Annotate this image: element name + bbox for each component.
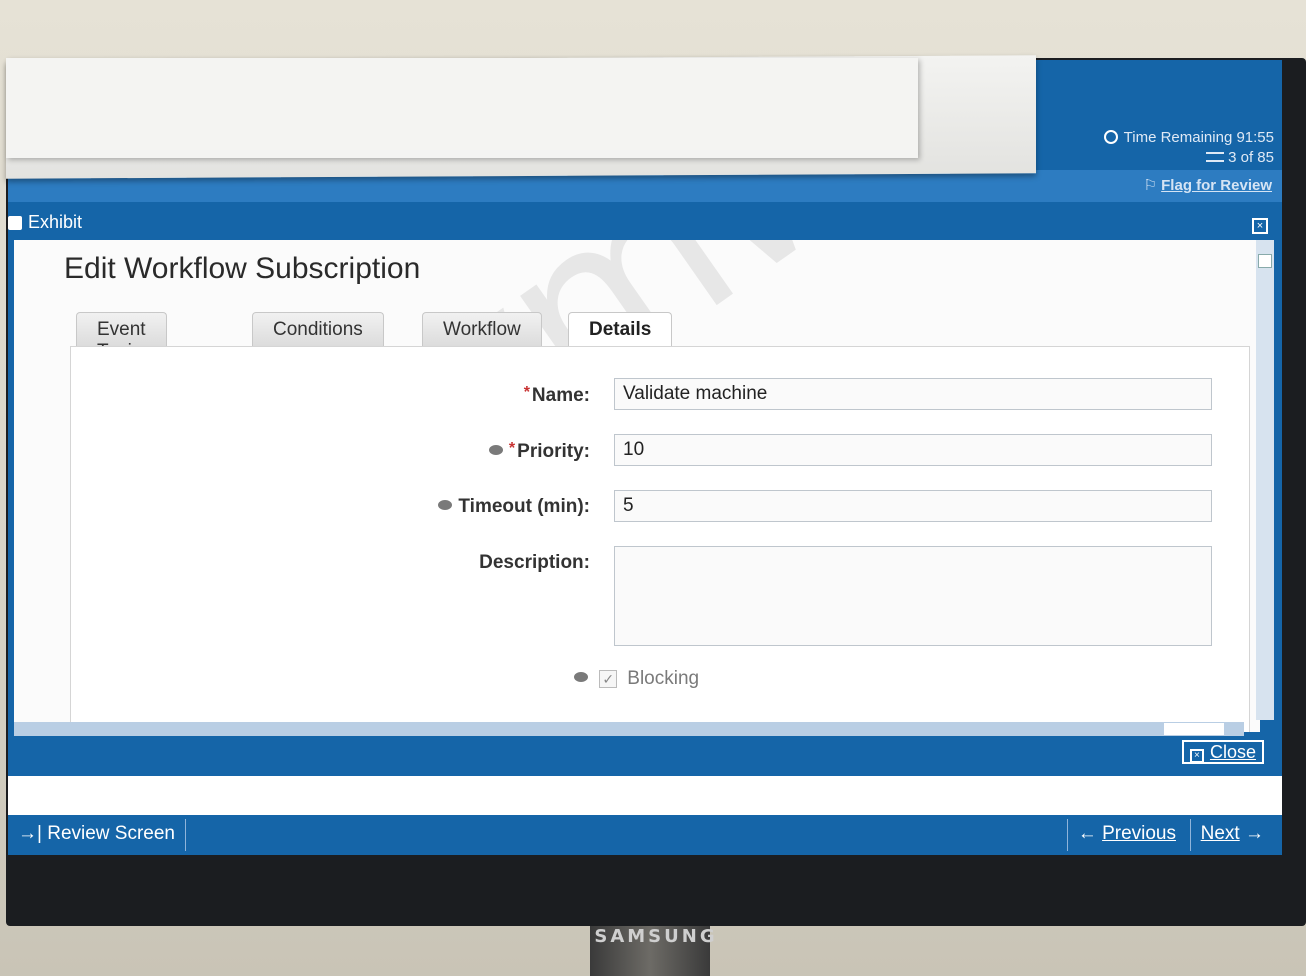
required-marker: * [523,384,530,401]
previous-button[interactable]: ← Previous [1066,819,1186,851]
exhibit-titlebar: Exhibit × [8,208,1282,238]
time-remaining: Time Remaining 91:55 [1103,128,1274,148]
timeout-label-row: Timeout (min): [290,496,590,518]
horizontal-scrollbar[interactable] [14,722,1244,736]
question-counter: 3 of 85 [1104,148,1274,168]
blocking-row: ✓ Blocking [574,668,699,690]
priority-field[interactable] [614,434,1212,466]
name-label: Name: [531,385,590,406]
exam-screen: Time Remaining 91:55 3 of 85 ⚐ Flag for … [8,60,1282,855]
bottom-nav-bar: →| Review Screen ← Previous Next → [8,815,1282,855]
clock-icon [1103,130,1118,144]
review-arrow-icon: →| [18,823,48,844]
next-label: Next [1200,823,1240,844]
review-screen-button[interactable]: →| Review Screen [8,819,186,851]
tab-workflow[interactable]: Workflow [422,312,542,346]
name-label-row: * Name: [290,384,590,407]
vertical-scroll-thumb[interactable] [1258,254,1272,268]
list-icon [1206,152,1225,162]
help-icon[interactable] [574,672,588,682]
question-counter-text: 3 of 85 [1228,149,1274,166]
exhibit-content: vmware Edit Workflow Subscription Event … [14,240,1260,732]
next-button[interactable]: Next → [1189,819,1274,851]
timer-area: Time Remaining 91:55 3 of 85 [1103,128,1274,168]
review-screen-label: Review Screen [47,823,175,844]
timeout-field[interactable] [614,490,1212,522]
exhibit-close-icon[interactable]: × [1252,218,1268,234]
tab-details[interactable]: Details [568,312,673,348]
paper-overlay-front [6,58,918,158]
name-field[interactable] [614,378,1212,410]
required-marker: * [508,440,516,457]
previous-label: Previous [1102,823,1176,844]
right-arrow-icon: → [1239,823,1264,844]
exhibit-window: Exhibit × vmware Edit Workflow Subscript… [8,202,1282,776]
priority-label: Priority: [517,441,590,462]
exhibit-icon [8,216,22,230]
flag-for-review-button[interactable]: ⚐ Flag for Review [1144,176,1272,194]
tab-event-topic[interactable]: Event Topic [76,312,167,362]
flag-for-review-label: Flag for Review [1161,177,1272,194]
close-button[interactable]: × Close [1181,740,1264,764]
description-field[interactable] [614,546,1212,646]
timeout-label: Timeout (min): [458,496,590,517]
form-title: Edit Workflow Subscription [64,252,421,285]
left-arrow-icon: ← [1077,823,1103,844]
monitor-brand: SAMSUNG [594,926,718,947]
help-icon[interactable] [438,500,453,510]
horizontal-scroll-thumb[interactable] [1164,723,1224,735]
exhibit-title: Exhibit [28,212,83,232]
tab-conditions[interactable]: Conditions [252,312,384,346]
blocking-label: Blocking [627,668,700,689]
time-remaining-text: Time Remaining 91:55 [1123,129,1274,146]
vertical-scrollbar[interactable] [1256,240,1274,720]
blocking-checkbox[interactable]: ✓ [599,670,618,688]
description-label: Description: [479,552,590,573]
flag-icon: ⚐ [1143,177,1162,194]
close-label: Close [1209,742,1256,762]
close-icon: × [1189,749,1204,763]
help-icon[interactable] [488,445,503,455]
description-label-row: Description: [290,552,590,574]
priority-label-row: * Priority: [290,440,590,463]
